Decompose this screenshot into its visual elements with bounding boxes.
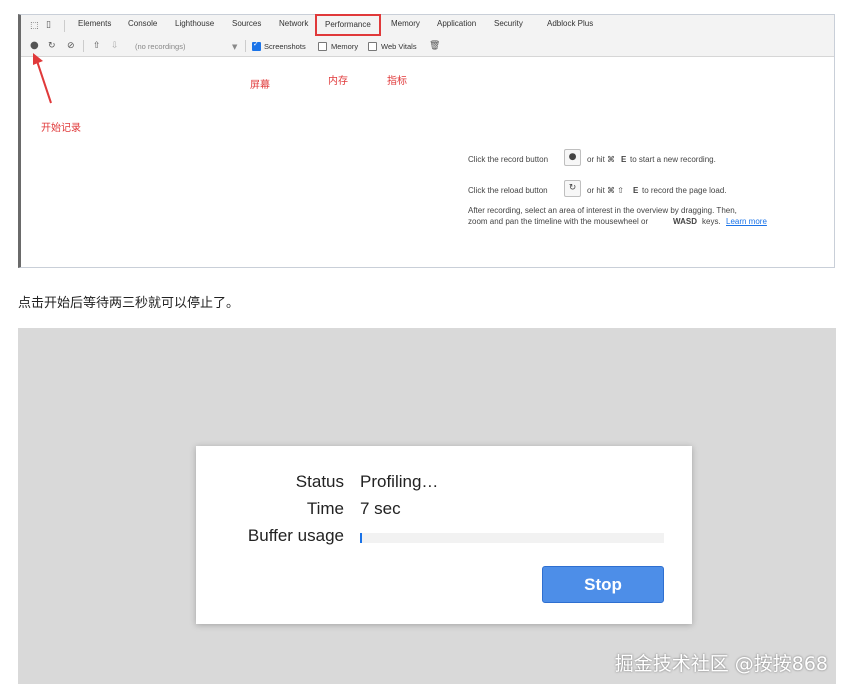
chevron-down-icon[interactable]: ▼ xyxy=(232,42,237,52)
status-label: Status xyxy=(295,472,344,491)
performance-toolbar: ● ↻ ⊘ ⇧ ⇩ (no recordings) ▼ Screenshots … xyxy=(21,37,834,57)
buffer-usage-bar xyxy=(360,533,664,543)
record-hint-prefix: Click the record button xyxy=(468,155,549,164)
recordings-select[interactable]: (no recordings) xyxy=(135,42,185,51)
reload-hint-key: E xyxy=(633,186,639,195)
memory-label: Memory xyxy=(331,42,359,51)
after-recording-line1: After recording, select an area of inter… xyxy=(468,206,737,215)
tab-separator xyxy=(64,20,65,32)
tab-adblock-plus[interactable]: Adblock Plus xyxy=(547,19,593,28)
buffer-usage-fill xyxy=(360,533,362,543)
profiling-dialog: Status Profiling… Time 7 sec Buffer usag… xyxy=(196,446,692,624)
tab-memory[interactable]: Memory xyxy=(391,19,420,28)
download-icon[interactable]: ⇩ xyxy=(111,41,119,51)
record-hint-suffix-a: or hit ⌘ xyxy=(587,155,616,164)
time-value: 7 sec xyxy=(360,499,401,518)
paragraph-text: 点击开始后等待两三秒就可以停止了。 xyxy=(18,296,240,311)
annotation-screenshots: 屏幕 xyxy=(250,80,270,91)
tab-application[interactable]: Application xyxy=(437,19,476,28)
after-recording-line2a: zoom and pan the timeline with the mouse… xyxy=(468,217,649,226)
tab-performance[interactable]: Performance xyxy=(315,14,381,36)
annotation-metrics: 指标 xyxy=(387,76,407,87)
annotation-record: 开始记录 xyxy=(41,123,81,134)
record-button-sample[interactable]: ● xyxy=(564,149,581,166)
tab-console[interactable]: Console xyxy=(128,19,157,28)
after-recording-key: WASD xyxy=(673,217,697,226)
tab-security[interactable]: Security xyxy=(494,19,523,28)
reload-icon[interactable]: ↻ xyxy=(48,41,56,51)
upload-icon[interactable]: ⇧ xyxy=(93,41,101,51)
trash-icon[interactable]: 🗑 xyxy=(429,41,440,51)
inspect-element-icon[interactable]: ⬚ xyxy=(30,21,39,31)
after-recording-line2b: keys. xyxy=(702,217,721,226)
record-icon[interactable]: ● xyxy=(30,41,39,51)
tab-network[interactable]: Network xyxy=(279,19,308,28)
clear-icon[interactable]: ⊘ xyxy=(67,41,75,51)
learn-more-link[interactable]: Learn more xyxy=(726,217,767,226)
reload-button-sample[interactable]: ↻ xyxy=(564,180,581,197)
memory-checkbox[interactable] xyxy=(318,42,327,51)
devtools-screenshot: ⬚ ▯ Elements Console Lighthouse Sources … xyxy=(18,14,835,268)
stop-button[interactable]: Stop xyxy=(542,566,664,603)
device-toolbar-icon[interactable]: ▯ xyxy=(46,20,51,30)
annotation-memory: 内存 xyxy=(328,76,348,87)
record-hint-key: E xyxy=(621,155,627,164)
tab-elements[interactable]: Elements xyxy=(78,19,111,28)
tab-sources[interactable]: Sources xyxy=(232,19,261,28)
reload-hint-prefix: Click the reload button xyxy=(468,186,548,195)
toolbar-separator xyxy=(83,40,84,52)
devtools-tab-bar: ⬚ ▯ Elements Console Lighthouse Sources … xyxy=(21,14,834,38)
time-label: Time xyxy=(306,499,344,518)
reload-hint-suffix-a: or hit ⌘ ⇧ xyxy=(587,186,624,195)
reload-hint-suffix-b: to record the page load. xyxy=(642,186,727,195)
screenshots-checkbox[interactable] xyxy=(252,40,261,51)
tab-lighthouse[interactable]: Lighthouse xyxy=(175,19,214,28)
screenshots-label: Screenshots xyxy=(264,42,306,51)
toolbar-separator xyxy=(245,40,246,52)
status-value: Profiling… xyxy=(360,472,439,491)
record-hint-suffix-b: to start a new recording. xyxy=(630,155,716,164)
buffer-usage-label: Buffer usage xyxy=(247,526,344,545)
profiling-screenshot: Status Profiling… Time 7 sec Buffer usag… xyxy=(18,328,836,684)
web-vitals-label: Web Vitals xyxy=(381,42,417,51)
watermark: 掘金技术社区 @按按868 xyxy=(614,653,828,675)
red-arrow-icon xyxy=(33,53,52,104)
web-vitals-checkbox[interactable] xyxy=(368,42,377,51)
